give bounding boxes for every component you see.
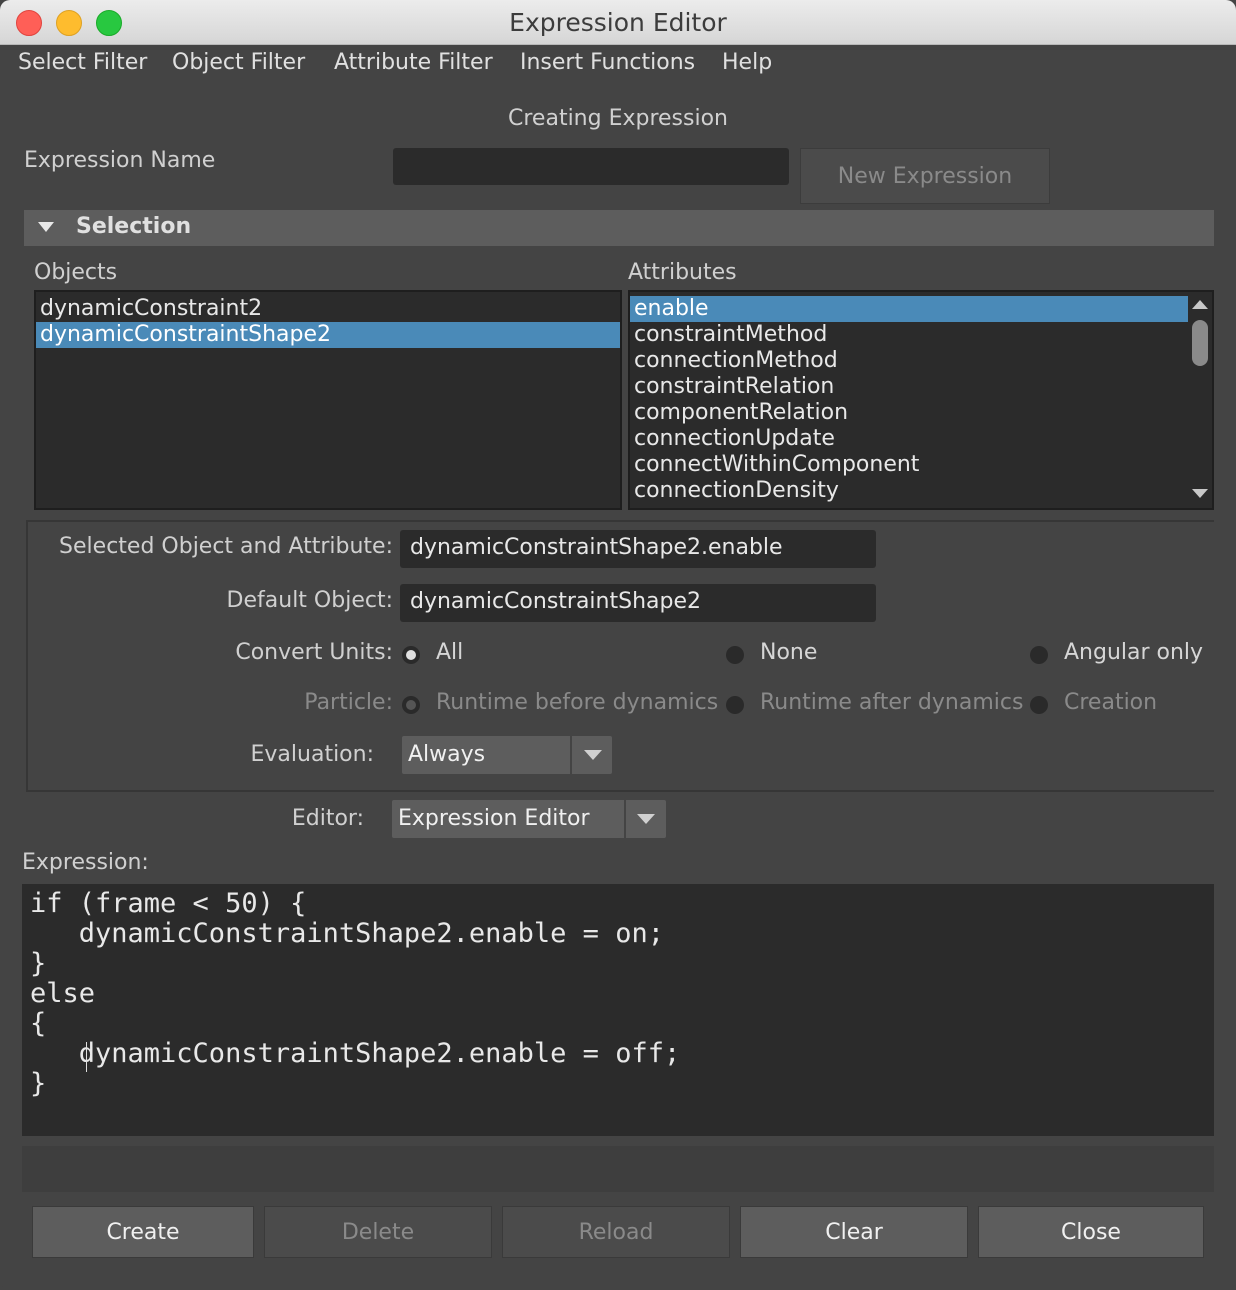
evaluation-value: Always	[408, 742, 486, 767]
expression-label: Expression:	[22, 850, 149, 875]
close-button[interactable]: Close	[978, 1206, 1204, 1258]
title-bar: Expression Editor	[0, 0, 1236, 45]
list-item-attribute[interactable]: constraintRelation	[630, 374, 1188, 400]
particle-runtime-after-label: Runtime after dynamics	[760, 690, 1024, 715]
list-item-attribute[interactable]: componentRelation	[630, 400, 1188, 426]
selection-section-header[interactable]: Selection	[24, 210, 1214, 246]
objects-list[interactable]: dynamicConstraint2 dynamicConstraintShap…	[34, 290, 622, 510]
convert-units-angular-radio[interactable]	[1030, 646, 1048, 664]
dropdown-separator	[570, 736, 572, 774]
clear-button[interactable]: Clear	[740, 1206, 968, 1258]
menu-attribute-filter[interactable]: Attribute Filter	[334, 50, 493, 75]
convert-units-none-label: None	[760, 640, 818, 665]
objects-label: Objects	[34, 260, 118, 285]
code-line: else	[30, 978, 96, 1009]
code-line: dynamicConstraintShape2.enable = on;	[30, 918, 664, 949]
collapse-triangle-icon	[38, 222, 54, 232]
chevron-down-icon	[584, 750, 602, 760]
expression-code-editor[interactable]: if (frame < 50) { dynamicConstraintShape…	[22, 884, 1214, 1136]
editor-label: Editor:	[291, 806, 364, 831]
convert-units-all-radio[interactable]	[402, 646, 420, 664]
default-object-label: Default Object:	[226, 588, 393, 613]
menu-bar: Select Filter Object Filter Attribute Fi…	[0, 44, 1236, 86]
evaluation-dropdown[interactable]: Always	[402, 736, 612, 774]
new-expression-button[interactable]: New Expression	[800, 148, 1050, 204]
selected-object-attribute-field[interactable]: dynamicConstraintShape2.enable	[400, 530, 876, 568]
expression-name-input[interactable]	[393, 148, 789, 185]
expression-name-label: Expression Name	[24, 148, 216, 173]
attributes-label: Attributes	[628, 260, 737, 285]
list-item-attribute[interactable]: constraintMethod	[630, 322, 1188, 348]
dropdown-separator	[624, 800, 626, 838]
list-item-attribute[interactable]: connectWithinComponent	[630, 452, 1188, 478]
particle-creation-label: Creation	[1064, 690, 1158, 715]
code-line: {	[30, 1008, 47, 1039]
text-caret	[86, 1042, 87, 1072]
scroll-up-arrow-icon[interactable]	[1192, 300, 1208, 309]
editor-value: Expression Editor	[398, 806, 590, 831]
menu-help[interactable]: Help	[722, 50, 772, 75]
selected-object-attribute-label: Selected Object and Attribute:	[59, 534, 393, 559]
expression-editor-window: Expression Editor Select Filter Object F…	[0, 0, 1236, 1290]
convert-units-angular-label: Angular only	[1064, 640, 1204, 665]
particle-label: Particle:	[304, 690, 393, 715]
list-item-attribute[interactable]: connectionMethod	[630, 348, 1188, 374]
code-line: }	[30, 948, 47, 979]
scroll-thumb[interactable]	[1192, 320, 1208, 366]
particle-runtime-after-radio	[726, 696, 744, 714]
scroll-down-arrow-icon[interactable]	[1192, 489, 1208, 498]
menu-insert-functions[interactable]: Insert Functions	[520, 50, 695, 75]
attributes-scrollbar[interactable]	[1188, 292, 1212, 508]
code-line: if (frame < 50) {	[30, 888, 307, 919]
list-item-object[interactable]: dynamicConstraint2	[36, 296, 620, 322]
list-item-attribute[interactable]: connectionDensity	[630, 478, 1188, 504]
particle-creation-radio	[1030, 696, 1048, 714]
editor-dropdown[interactable]: Expression Editor	[392, 800, 666, 838]
window-title: Expression Editor	[509, 8, 727, 37]
list-item-attribute[interactable]: connectionUpdate	[630, 426, 1188, 452]
convert-units-none-radio[interactable]	[726, 646, 744, 664]
particle-runtime-before-label: Runtime before dynamics	[436, 690, 719, 715]
status-title: Creating Expression	[508, 106, 728, 131]
menu-object-filter[interactable]: Object Filter	[172, 50, 305, 75]
delete-button: Delete	[264, 1206, 492, 1258]
list-item-attribute-selected[interactable]: enable	[630, 296, 1188, 322]
evaluation-label: Evaluation:	[250, 742, 375, 767]
list-item-object-selected[interactable]: dynamicConstraintShape2	[36, 322, 620, 348]
feedback-line	[22, 1146, 1214, 1192]
menu-select-filter[interactable]: Select Filter	[18, 50, 147, 75]
default-object-field[interactable]: dynamicConstraintShape2	[400, 584, 876, 622]
code-line: }	[30, 1068, 47, 1099]
code-line: dynamicConstraintShape2.enable = off;	[30, 1038, 681, 1069]
convert-units-label: Convert Units:	[235, 640, 393, 665]
convert-units-all-label: All	[436, 640, 464, 665]
selection-section-title: Selection	[76, 214, 192, 239]
attributes-list[interactable]: enable constraintMethod connectionMethod…	[628, 290, 1214, 510]
create-button[interactable]: Create	[32, 1206, 254, 1258]
chevron-down-icon	[637, 814, 655, 824]
reload-button: Reload	[502, 1206, 730, 1258]
particle-runtime-before-radio	[402, 696, 420, 714]
